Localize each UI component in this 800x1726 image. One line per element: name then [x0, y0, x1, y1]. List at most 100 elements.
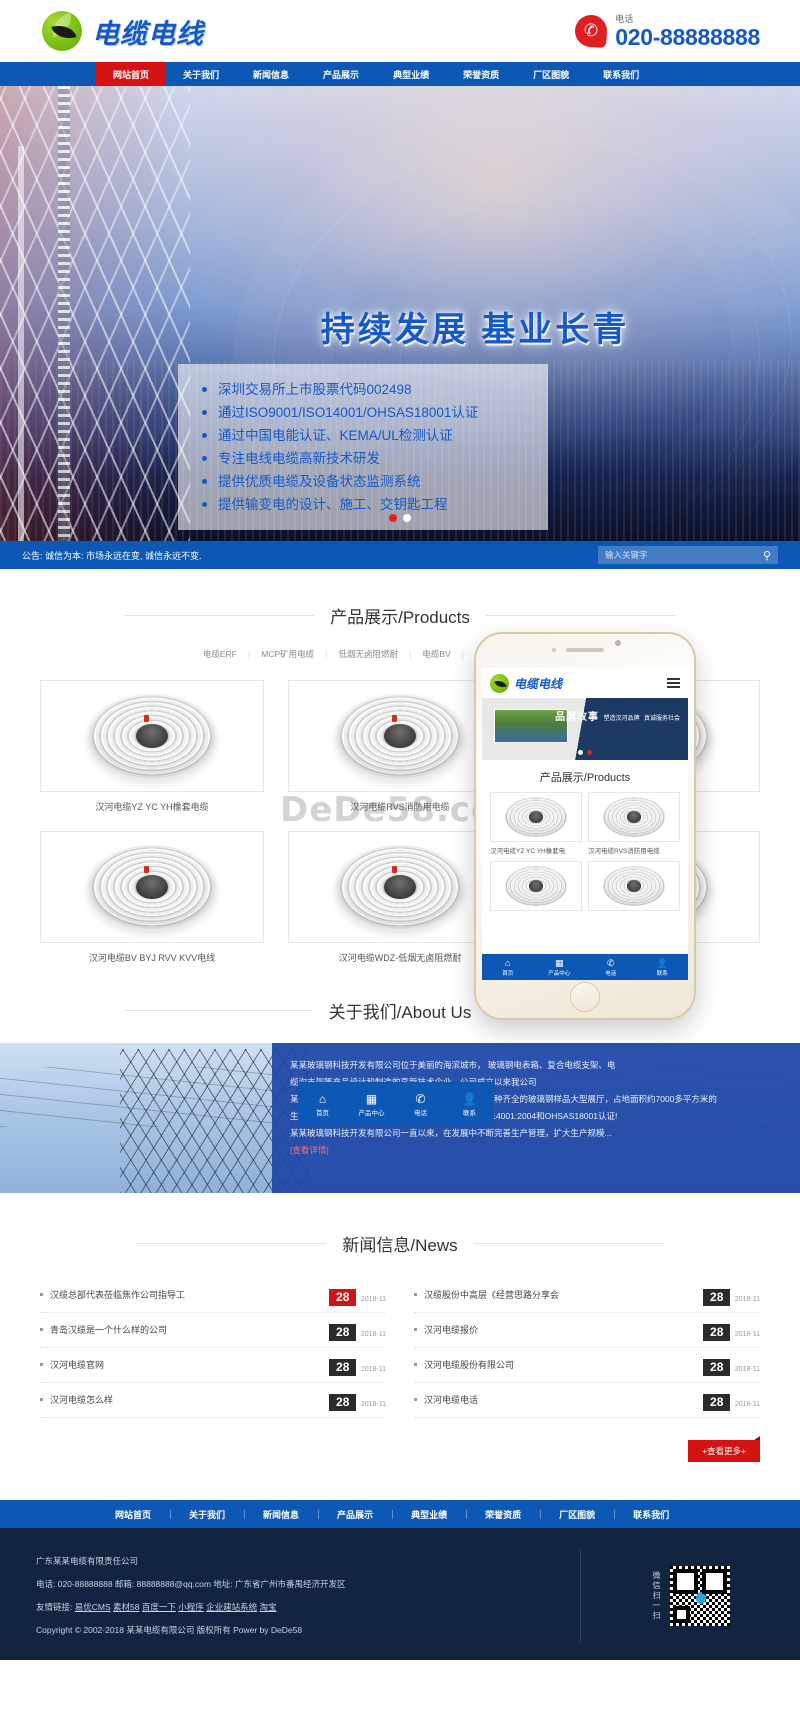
news-month: 2018-11: [734, 1331, 760, 1338]
news-title[interactable]: 汉河电缆官网: [40, 1358, 104, 1371]
news-item[interactable]: 汉河电缆电话 28 2018-11: [414, 1383, 760, 1418]
news-day: 28: [703, 1289, 731, 1306]
product-filter-2[interactable]: 低烟无卤阻燃耐: [327, 648, 409, 660]
phone-product-image[interactable]: [490, 861, 582, 911]
footer-nav-item-about[interactable]: 关于我们: [170, 1508, 244, 1521]
footer-link-2[interactable]: 百度一下: [142, 1602, 176, 1612]
nav-item-about[interactable]: 关于我们: [166, 62, 236, 86]
footer-nav-item-cases[interactable]: 典型业绩: [392, 1508, 466, 1521]
news-item[interactable]: 汉缆总部代表莅临焦作公司指导工 28 2018-11: [40, 1278, 386, 1313]
nav-item-honors[interactable]: 荣誉资质: [446, 62, 516, 86]
news-day: 28: [703, 1359, 731, 1376]
leaf-logo-icon: [42, 10, 84, 52]
footer-copyright: Copyright © 2002-2018 某某电缆有限公司 版权所有 Powe…: [36, 1625, 303, 1635]
page-root: 电缆电线 ✆ 电话 020-88888888 网站首页 关于我们 新闻信息 产品…: [0, 0, 800, 1660]
phone-product-grid: 汉河电缆YZ YC YH橡套电 汉河电缆RVS消防用电缆: [482, 792, 688, 911]
news-item[interactable]: 汉河电缆官网 28 2018-11: [40, 1348, 386, 1383]
brand-logo[interactable]: 电缆电线: [42, 10, 204, 52]
phone-tabbar[interactable]: ⌂ 首页 ▦ 产品中心 ✆ 电话 👤 联系: [482, 954, 688, 980]
product-card[interactable]: 汉河电缆BV BYJ RVV KVV电线: [40, 831, 264, 964]
footer-nav-item-factory[interactable]: 厂区图貌: [540, 1508, 614, 1521]
footer-nav-item-news[interactable]: 新闻信息: [244, 1508, 318, 1521]
footer-nav-item-home[interactable]: 网站首页: [96, 1508, 170, 1521]
footer-link-5[interactable]: 淘宝: [260, 1602, 277, 1612]
footer-link-1[interactable]: 素材58: [113, 1602, 139, 1612]
hero-carousel-dots[interactable]: [0, 514, 800, 522]
phone-product-image[interactable]: [490, 792, 582, 842]
nav-item-products[interactable]: 产品展示: [306, 62, 376, 86]
news-item[interactable]: 汉河电缆怎么样 28 2018-11: [40, 1383, 386, 1418]
home-button-icon[interactable]: [570, 982, 600, 1012]
search-box[interactable]: 输入关键字 ⚲: [598, 546, 778, 564]
nav-item-contact[interactable]: 联系我们: [586, 62, 656, 86]
phone-product-image[interactable]: [588, 861, 680, 911]
hero-dot-1[interactable]: [389, 514, 397, 522]
hamburger-menu-icon[interactable]: [667, 678, 680, 688]
news-item[interactable]: 汉河电缆报价 28 2018-11: [414, 1313, 760, 1348]
news-title[interactable]: 汉河电缆怎么样: [40, 1393, 113, 1406]
product-filter-1[interactable]: MCP矿用电缆: [250, 648, 325, 660]
about-more-link[interactable]: [查看详情]: [290, 1145, 329, 1155]
phone-tab-home[interactable]: ⌂ 首页: [298, 1092, 347, 1117]
news-date: 28 2018-11: [329, 1323, 386, 1341]
nav-item-cases[interactable]: 典型业绩: [376, 62, 446, 86]
leaf-logo-icon: [490, 673, 509, 693]
phone-tab-contact[interactable]: 👤 联系: [637, 958, 689, 977]
phone-tab-products[interactable]: ▦ 产品中心: [534, 958, 586, 977]
sensor-icon: [615, 640, 621, 646]
news-title[interactable]: 汉缆股份中高层《经营思路分享会: [414, 1288, 559, 1301]
news-title[interactable]: 青岛汉缆是一个什么样的公司: [40, 1323, 167, 1336]
phone-tabbar-overlay[interactable]: ⌂ 首页 ▦ 产品中心 ✆ 电话 👤 联系: [298, 1082, 494, 1126]
phone-icon: ✆: [415, 1091, 426, 1106]
nav-item-home[interactable]: 网站首页: [96, 62, 167, 86]
footer-nav-item-contact[interactable]: 联系我们: [614, 1508, 688, 1521]
phone-tab-products[interactable]: ▦ 产品中心: [347, 1092, 396, 1117]
hero-banner: 持续发展 基业长青 深圳交易所上市股票代码002498 通过ISO9001/IS…: [0, 86, 800, 541]
hero-dot-2[interactable]: [403, 514, 411, 522]
phone-tab-phone[interactable]: ✆ 电话: [396, 1092, 445, 1117]
news-item[interactable]: 青岛汉缆是一个什么样的公司 28 2018-11: [40, 1313, 386, 1348]
phone-product-card[interactable]: 汉河电缆RVS消防用电缆: [588, 792, 680, 855]
product-card[interactable]: 汉河电缆YZ YC YH橡套电缆: [40, 680, 264, 813]
news-item[interactable]: 汉河电缆股份有限公司 28 2018-11: [414, 1348, 760, 1383]
site-footer: 广东某某电缆有限责任公司 电话: 020-88888888 邮箱: 888888…: [0, 1528, 800, 1660]
phone-tab-home[interactable]: ⌂ 首页: [482, 958, 534, 977]
footer-nav-item-honors[interactable]: 荣誉资质: [466, 1508, 540, 1521]
footer-link-0[interactable]: 易优CMS: [75, 1602, 111, 1612]
front-camera-icon: [552, 648, 556, 652]
product-image[interactable]: [40, 680, 264, 792]
phone-product-image[interactable]: [588, 792, 680, 842]
footer-nav-item-products[interactable]: 产品展示: [318, 1508, 392, 1521]
hero-bullet: 提供优质电缆及设备状态监测系统: [200, 470, 538, 493]
news-title[interactable]: 汉河电缆电话: [414, 1393, 478, 1406]
phone-product-card[interactable]: [490, 861, 582, 911]
phone-top-bezel: [476, 634, 694, 668]
phone-product-card[interactable]: [588, 861, 680, 911]
search-input[interactable]: 输入关键字: [605, 549, 648, 561]
phone-carousel-dots[interactable]: [578, 750, 592, 755]
nav-item-news[interactable]: 新闻信息: [236, 62, 306, 86]
search-icon[interactable]: ⚲: [763, 549, 771, 562]
product-image[interactable]: [40, 831, 264, 943]
footer-link-4[interactable]: 企业建站系统: [206, 1602, 257, 1612]
footer-link-3[interactable]: 小程序: [178, 1602, 204, 1612]
phone-tab-phone[interactable]: ✆ 电话: [585, 958, 637, 977]
product-filter-0[interactable]: 电缆ERF: [192, 648, 248, 660]
footer-nav[interactable]: 网站首页 关于我们 新闻信息 产品展示 典型业绩 荣誉资质 厂区图貌 联系我们: [0, 1500, 800, 1528]
news-date: 28 2018-11: [329, 1393, 386, 1411]
view-more-button[interactable]: +查看更多+: [688, 1436, 760, 1462]
nav-item-factory[interactable]: 厂区图貌: [516, 62, 586, 86]
news-title[interactable]: 汉河电缆报价: [414, 1323, 478, 1336]
news-month: 2018-11: [734, 1366, 760, 1373]
phone-banner-title: 品牌故事: [555, 712, 600, 723]
news-item[interactable]: 汉缆股份中高层《经营思路分享会 28 2018-11: [414, 1278, 760, 1313]
product-filter-3[interactable]: 电缆BV: [411, 648, 461, 660]
news-title[interactable]: 汉缆总部代表莅临焦作公司指导工: [40, 1288, 185, 1301]
phone-section-title: 产品展示/Products: [539, 772, 631, 784]
phone-tab-contact[interactable]: 👤 联系: [445, 1092, 494, 1117]
news-title[interactable]: 汉河电缆股份有限公司: [414, 1358, 514, 1371]
phone-banner-sub2: 真诚服务社会: [643, 716, 680, 722]
phone-product-card[interactable]: 汉河电缆YZ YC YH橡套电: [490, 792, 582, 855]
main-nav[interactable]: 网站首页 关于我们 新闻信息 产品展示 典型业绩 荣誉资质 厂区图貌 联系我们: [0, 62, 800, 86]
news-month: 2018-11: [734, 1296, 760, 1303]
